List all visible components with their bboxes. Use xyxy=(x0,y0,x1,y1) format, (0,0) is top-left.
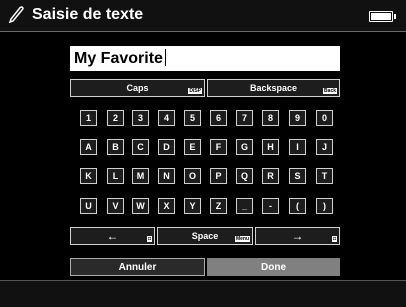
battery-icon xyxy=(369,11,396,22)
key-k[interactable]: K xyxy=(80,168,97,184)
page-title: Saisie de texte xyxy=(32,6,144,23)
key-x[interactable]: X xyxy=(158,198,175,214)
done-button[interactable]: Done xyxy=(207,258,340,276)
right-arrow-key[interactable]: → ◘ xyxy=(255,227,340,245)
key-n[interactable]: N xyxy=(158,168,175,184)
menu-tag: Menu xyxy=(234,236,250,242)
space-label: Space xyxy=(191,231,219,241)
cancel-button[interactable]: Annuler xyxy=(70,258,205,276)
backspace-key[interactable]: Backspace Back xyxy=(207,79,340,97)
key-c[interactable]: C xyxy=(132,139,149,155)
key-6[interactable]: 6 xyxy=(210,110,227,126)
backspace-label: Backspace xyxy=(249,83,298,93)
key-u[interactable]: U xyxy=(80,198,97,214)
left-arrow-icon: ← xyxy=(106,229,119,243)
key-symbol-7[interactable]: - xyxy=(262,198,279,214)
key-l[interactable]: L xyxy=(107,168,124,184)
text-caret xyxy=(164,49,166,66)
status-bar xyxy=(0,280,406,307)
key-w[interactable]: W xyxy=(132,198,149,214)
key-symbol-6[interactable]: _ xyxy=(236,198,253,214)
key-m[interactable]: M xyxy=(132,168,149,184)
back-tag: Back xyxy=(323,88,337,94)
key-y[interactable]: Y xyxy=(184,198,201,214)
title-bar: Saisie de texte xyxy=(0,0,406,32)
key-g[interactable]: G xyxy=(236,139,253,155)
key-p[interactable]: P xyxy=(210,168,227,184)
key-2[interactable]: 2 xyxy=(107,110,124,126)
key-3[interactable]: 3 xyxy=(132,110,149,126)
caps-key[interactable]: Caps DISP xyxy=(70,79,205,97)
text-input[interactable]: My Favorite xyxy=(70,46,340,71)
key-e[interactable]: E xyxy=(184,139,201,155)
key-i[interactable]: I xyxy=(289,139,306,155)
space-key[interactable]: Space Menu xyxy=(157,227,253,245)
left-arrow-key[interactable]: ← ◘ xyxy=(70,227,155,245)
caps-label: Caps xyxy=(126,83,149,93)
key-4[interactable]: 4 xyxy=(158,110,175,126)
key-h[interactable]: H xyxy=(262,139,279,155)
key-9[interactable]: 9 xyxy=(289,110,306,126)
key-f[interactable]: F xyxy=(210,139,227,155)
key-q[interactable]: Q xyxy=(236,168,253,184)
key-1[interactable]: 1 xyxy=(80,110,97,126)
key-8[interactable]: 8 xyxy=(262,110,279,126)
right-arrow-icon: → xyxy=(291,229,304,243)
key-0[interactable]: 0 xyxy=(316,110,333,126)
key-r[interactable]: R xyxy=(262,168,279,184)
left-tag: ◘ xyxy=(146,236,152,242)
key-j[interactable]: J xyxy=(316,139,333,155)
key-s[interactable]: S xyxy=(289,168,306,184)
key-symbol-8[interactable]: ( xyxy=(289,198,306,214)
key-d[interactable]: D xyxy=(158,139,175,155)
right-tag: ◘ xyxy=(331,236,337,242)
pen-icon xyxy=(8,6,24,24)
key-7[interactable]: 7 xyxy=(236,110,253,126)
key-symbol-9[interactable]: ) xyxy=(316,198,333,214)
input-value: My Favorite xyxy=(74,50,163,67)
key-t[interactable]: T xyxy=(316,168,333,184)
key-b[interactable]: B xyxy=(107,139,124,155)
key-v[interactable]: V xyxy=(107,198,124,214)
key-a[interactable]: A xyxy=(80,139,97,155)
key-5[interactable]: 5 xyxy=(184,110,201,126)
key-z[interactable]: Z xyxy=(210,198,227,214)
key-o[interactable]: O xyxy=(184,168,201,184)
disp-tag: DISP xyxy=(188,88,202,94)
